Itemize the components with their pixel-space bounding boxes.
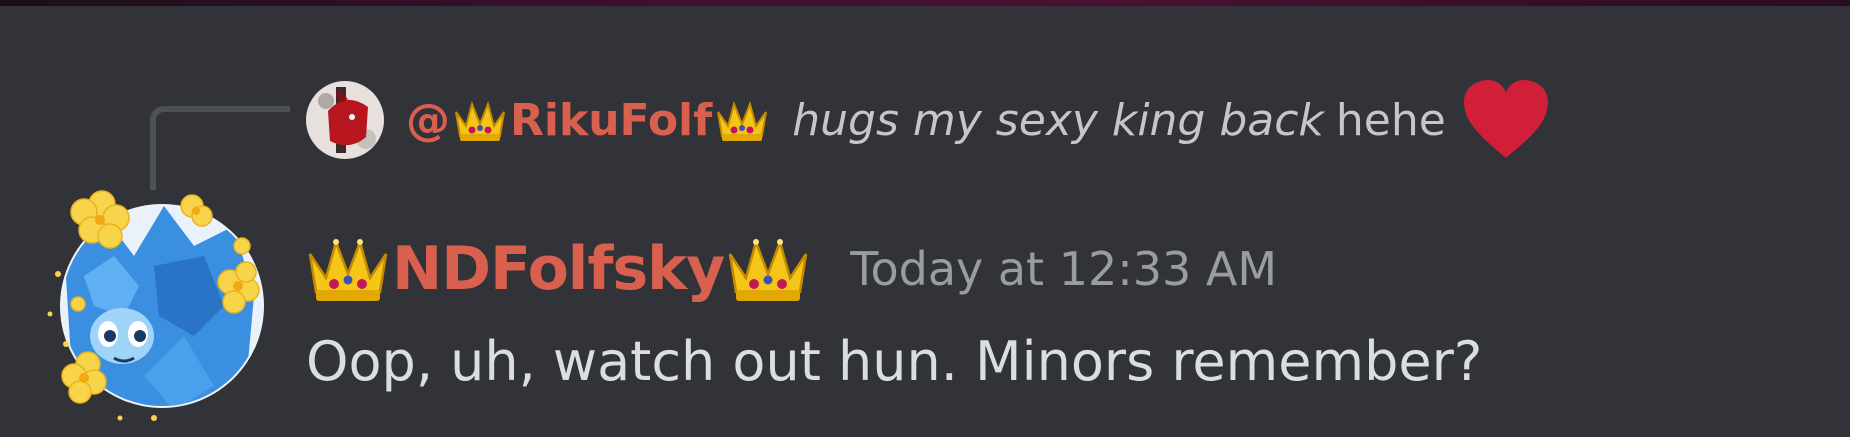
- crown-icon: [728, 237, 808, 301]
- message-timestamp: Today at 12:33 AM: [850, 242, 1278, 296]
- crown-icon: [308, 237, 388, 301]
- crown-icon: [455, 100, 505, 141]
- window-top-strip: [0, 0, 1850, 6]
- reply-username-text: RikuFolf: [510, 94, 713, 146]
- reply-italic-text: hugs my sexy king back: [792, 94, 1324, 146]
- message-content: Oop, uh, watch out hun. Minors remember?: [306, 330, 1483, 393]
- reply-content[interactable]: hugs my sexy king back hehe: [792, 78, 1552, 162]
- reply-avatar[interactable]: [306, 81, 384, 159]
- mention-at-symbol: @: [406, 94, 450, 146]
- reply-preview[interactable]: @ RikuFolf hugs my sexy king back hehe: [306, 78, 1552, 162]
- author-username[interactable]: NDFolfsky: [392, 234, 725, 304]
- heart-icon: [1463, 80, 1548, 158]
- message-header: NDFolfsky Today at 12:33 AM: [306, 222, 1277, 316]
- reply-username[interactable]: @ RikuFolf: [406, 95, 772, 146]
- reply-connector: [150, 106, 290, 190]
- reply-plain-text: hehe: [1335, 94, 1446, 146]
- crown-icon: [717, 100, 768, 141]
- author-avatar[interactable]: [44, 186, 274, 426]
